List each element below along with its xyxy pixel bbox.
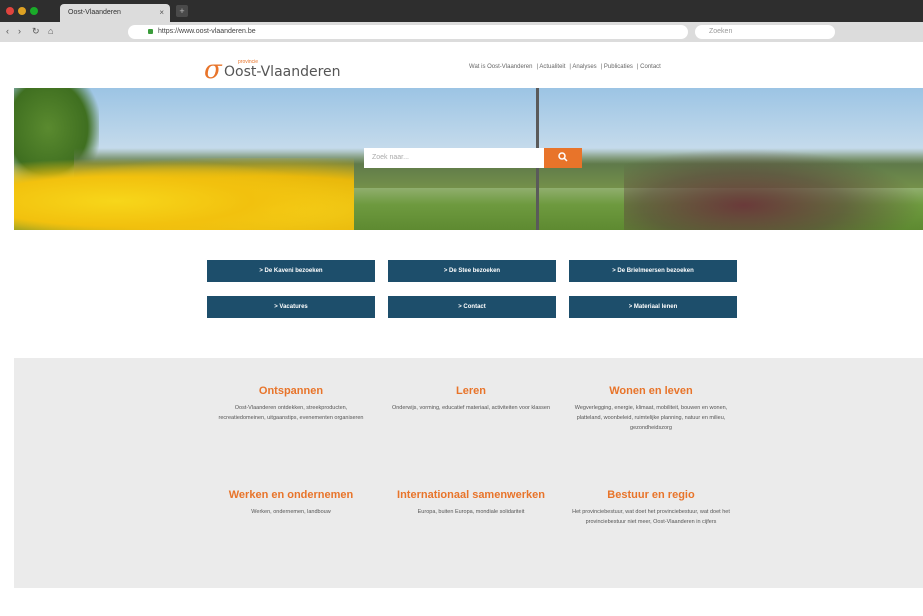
top-navigation: Wat is Oost-Vlaanderen | Actualiteit | Ana… (469, 64, 661, 70)
nav-item-contact[interactable]: Contact (640, 64, 661, 70)
close-tab-icon[interactable]: × (159, 8, 164, 17)
category-title[interactable]: Ontspannen (211, 384, 371, 398)
hero-image: Zoek naar... (14, 88, 923, 230)
url-text: https://www.oost-vlaanderen.be (158, 28, 256, 35)
maximize-window-icon[interactable] (30, 7, 38, 15)
category-text: Werken, ondernemen, landbouw (251, 509, 331, 515)
search-button[interactable] (544, 148, 582, 168)
browser-search-field[interactable]: Zoeken (695, 25, 835, 39)
browser-chrome: Oost-Vlaanderen × + ‹ › ↻ ⌂ https://www.… (0, 0, 923, 42)
address-bar[interactable]: https://www.oost-vlaanderen.be (128, 25, 688, 39)
home-icon[interactable]: ⌂ (48, 26, 53, 36)
button-stee[interactable]: > De Stee bezoeken (388, 260, 556, 282)
nav-item-wat-is[interactable]: Wat is Oost-Vlaanderen (469, 64, 532, 70)
nav-item-actualiteit[interactable]: Actualiteit (539, 64, 565, 70)
browser-tab[interactable]: Oost-Vlaanderen × (60, 4, 170, 22)
button-contact[interactable]: > Contact (388, 296, 556, 318)
category-title[interactable]: Wonen en leven (571, 384, 731, 398)
nav-item-analyses[interactable]: Analyses (572, 64, 596, 70)
categories-section: Ontspannen Oost-Vlaanderen ontdekken, st… (14, 358, 923, 588)
category-text: Het provinciebestuur, wat doet het provi… (572, 509, 730, 525)
category-title[interactable]: Internationaal samenwerken (391, 488, 551, 502)
category-wonen[interactable]: Wonen en leven Wegverlegging, energie, k… (571, 384, 731, 433)
category-werken[interactable]: Werken en ondernemen Werken, ondernemen,… (211, 488, 371, 517)
tab-title: Oost-Vlaanderen (68, 9, 121, 16)
search-icon (558, 152, 568, 162)
category-leren[interactable]: Leren Onderwijs, vorming, educatief mate… (391, 384, 551, 413)
browser-search-placeholder: Zoeken (709, 28, 733, 35)
button-brielmeersen[interactable]: > De Brielmeersen bezoeken (569, 260, 737, 282)
category-text: Onderwijs, vorming, educatief materiaal,… (391, 405, 551, 411)
category-text: Europa, buiten Europa, mondiale solidari… (417, 509, 525, 515)
category-text: Wegverlegging, energie, klimaat, mobilit… (574, 405, 728, 431)
category-ontspannen[interactable]: Ontspannen Oost-Vlaanderen ontdekken, st… (211, 384, 371, 423)
category-internationaal[interactable]: Internationaal samenwerken Europa, buite… (391, 488, 551, 517)
back-icon[interactable]: ‹ (6, 26, 9, 36)
tab-bar: Oost-Vlaanderen × + (0, 0, 923, 22)
minimize-window-icon[interactable] (18, 7, 26, 15)
daffodils-decoration (14, 158, 354, 230)
button-materiaal[interactable]: > Materiaal lenen (569, 296, 737, 318)
button-vacatures[interactable]: > Vacatures (207, 296, 375, 318)
nav-item-publicaties[interactable]: Publicaties (604, 64, 633, 70)
category-bestuur[interactable]: Bestuur en regio Het provinciebestuur, w… (571, 488, 731, 527)
button-kaveni[interactable]: > De Kaveni bezoeken (207, 260, 375, 282)
category-title[interactable]: Bestuur en regio (571, 488, 731, 502)
category-title[interactable]: Werken en ondernemen (211, 488, 371, 502)
forward-icon[interactable]: › (18, 26, 21, 36)
reload-icon[interactable]: ↻ (32, 26, 40, 37)
category-text: Oost-Vlaanderen ontdekken, streekproduct… (218, 405, 364, 421)
new-tab-button[interactable]: + (176, 5, 188, 17)
logo-mark-icon: σ (204, 55, 222, 85)
lock-icon (148, 29, 153, 34)
page: σ provincie Oost-Vlaanderen Wat is Oost-… (14, 42, 923, 616)
logo-text: Oost-Vlaanderen (224, 64, 341, 80)
close-window-icon[interactable] (6, 7, 14, 15)
site-search-input[interactable]: Zoek naar... (364, 148, 544, 168)
people-decoration (624, 148, 923, 230)
category-title[interactable]: Leren (391, 384, 551, 398)
